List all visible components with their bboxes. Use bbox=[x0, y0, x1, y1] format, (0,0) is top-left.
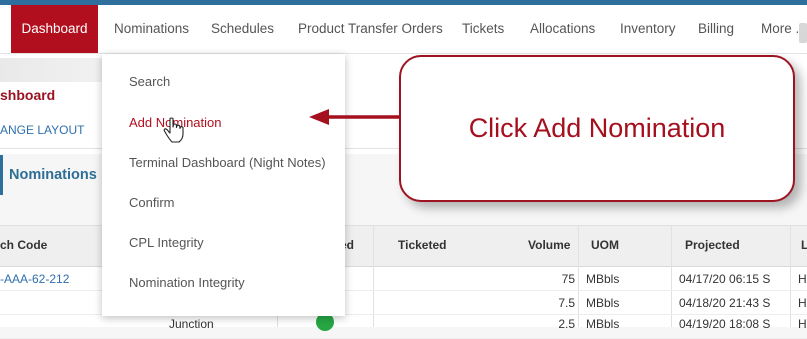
menu-item-terminal-dashboard[interactable]: Terminal Dashboard (Night Notes) bbox=[129, 155, 326, 170]
col-volume[interactable]: Volume bbox=[528, 238, 570, 252]
nominations-dropdown-menu: Search Add Nomination Terminal Dashboard… bbox=[102, 54, 345, 316]
row-last: H bbox=[798, 317, 807, 331]
nav-billing[interactable]: Billing bbox=[698, 5, 734, 53]
nav-inventory[interactable]: Inventory bbox=[620, 5, 676, 53]
row-projected: 04/19/20 18:08 S bbox=[679, 317, 771, 331]
table-row[interactable]: Junction 2.5 MBbls 04/19/20 18:08 S H bbox=[0, 313, 807, 339]
row-projected: 04/18/20 21:43 S bbox=[679, 296, 771, 310]
hand-pointer-icon bbox=[163, 117, 184, 143]
callout-box: Click Add Nomination bbox=[399, 55, 795, 202]
nav-scrollbar[interactable] bbox=[799, 23, 807, 43]
page-title: shboard bbox=[0, 87, 56, 103]
row-uom: MBbls bbox=[586, 296, 620, 310]
row-last: H bbox=[798, 272, 807, 286]
col-last[interactable]: L bbox=[801, 238, 807, 252]
row-projected: 04/17/20 06:15 S bbox=[679, 272, 771, 286]
menu-item-search[interactable]: Search bbox=[129, 74, 170, 89]
col-uom[interactable]: UOM bbox=[591, 238, 619, 252]
change-layout-link[interactable]: ANGE LAYOUT bbox=[0, 123, 84, 137]
row-volume: 75 bbox=[561, 272, 575, 286]
nav-dashboard[interactable]: Dashboard bbox=[11, 5, 98, 53]
callout-text: Click Add Nomination bbox=[468, 113, 726, 143]
section-accent bbox=[0, 155, 3, 195]
menu-item-cpl-integrity[interactable]: CPL Integrity bbox=[129, 235, 204, 250]
row-uom: MBbls bbox=[586, 272, 620, 286]
nav-allocations[interactable]: Allocations bbox=[530, 5, 595, 53]
nav-nominations[interactable]: Nominations bbox=[114, 5, 189, 53]
col-code[interactable]: ch Code bbox=[0, 238, 47, 252]
arrow-left-icon bbox=[309, 109, 401, 125]
nav-tickets[interactable]: Tickets bbox=[462, 5, 504, 53]
menu-item-confirm[interactable]: Confirm bbox=[129, 195, 175, 210]
row-volume: 2.5 bbox=[558, 317, 575, 331]
menu-item-nomination-integrity[interactable]: Nomination Integrity bbox=[129, 275, 245, 290]
col-ticketed[interactable]: Ticketed bbox=[398, 238, 446, 252]
row-location: Junction bbox=[169, 317, 214, 331]
row-code-link[interactable]: -AAA-62-212 bbox=[0, 272, 69, 286]
nominations-section-title: Nominations bbox=[9, 167, 97, 183]
nav-schedules[interactable]: Schedules bbox=[211, 5, 274, 53]
nav-product-transfer-orders[interactable]: Product Transfer Orders bbox=[298, 5, 443, 53]
main-nav: Dashboard Nominations Schedules Product … bbox=[0, 5, 807, 54]
row-last: H bbox=[798, 296, 807, 310]
col-projected[interactable]: Projected bbox=[685, 238, 740, 252]
row-volume: 7.5 bbox=[558, 296, 575, 310]
row-uom: MBbls bbox=[586, 317, 620, 331]
